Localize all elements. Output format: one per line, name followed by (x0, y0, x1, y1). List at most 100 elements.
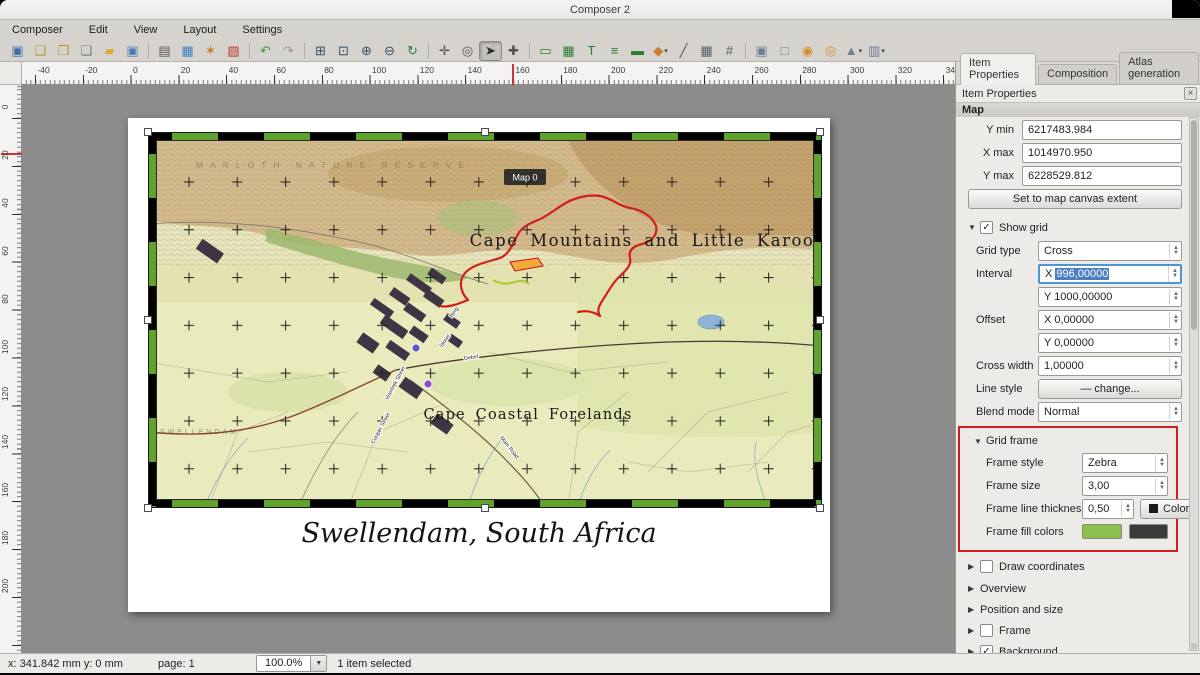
zoom-in-icon: ⊕ (361, 44, 372, 57)
expand-arrow-icon[interactable]: ▶ (968, 626, 980, 635)
line-style-label: Line style (976, 383, 1038, 395)
frame-fill-color-1[interactable] (1082, 524, 1122, 539)
unlock-items-button[interactable]: ◎ (819, 41, 842, 61)
draw-coordinates-expand-arrow[interactable]: ▶ (968, 562, 980, 571)
show-grid-expand-arrow[interactable]: ▼ (968, 223, 980, 232)
add-html-frame-button[interactable]: # (718, 41, 741, 61)
export-as-pdf-button[interactable]: ▨ (222, 41, 245, 61)
select-move-item-button[interactable]: ➤ (479, 41, 502, 61)
expand-arrow-icon[interactable]: ▶ (968, 584, 980, 593)
h-ruler-label: 40 (229, 65, 238, 75)
offset-x-input[interactable]: X 0,00000▲▼ (1038, 310, 1182, 330)
ungroup-items-button[interactable]: □ (773, 41, 796, 61)
background-checkbox[interactable]: ✓ (980, 645, 993, 653)
composer-manager-button[interactable]: ❑ (75, 41, 98, 61)
grid-frame-expand-arrow[interactable]: ▼ (974, 437, 986, 446)
selection-handle[interactable] (144, 128, 152, 136)
raise-items-dropdown-arrow-icon[interactable]: ▾ (859, 47, 863, 55)
draw-coordinates-checkbox[interactable] (980, 560, 993, 573)
print-button[interactable]: ▤ (153, 41, 176, 61)
menu-view[interactable]: View (132, 22, 160, 38)
offset-y-input[interactable]: Y 0,00000▲▼ (1038, 333, 1182, 353)
undo-button[interactable]: ↶ (254, 41, 277, 61)
zoom-out-button[interactable]: ⊖ (378, 41, 401, 61)
panel-scrollbar-thumb[interactable] (1191, 120, 1197, 330)
lock-items-button[interactable]: ◉ (796, 41, 819, 61)
zoom-level-combo[interactable]: 100.0% ▼ (256, 655, 327, 672)
panel-close-button[interactable]: × (1184, 87, 1197, 100)
selection-handle[interactable] (816, 128, 824, 136)
group-items-button[interactable]: ▣ (750, 41, 773, 61)
panel-title: Item Properties × (956, 85, 1200, 103)
grid-type-select[interactable]: Cross▲▼ (1038, 241, 1182, 261)
composition-title-label[interactable]: Swellendam, South Africa (128, 518, 830, 549)
duplicate-composition-button[interactable]: ❐ (52, 41, 75, 61)
y-min-input[interactable]: 6217483.984 (1022, 120, 1182, 140)
zoom-full-button[interactable]: ⊞ (309, 41, 332, 61)
move-item-content-button[interactable]: ✚ (502, 41, 525, 61)
selection-handle[interactable] (144, 316, 152, 324)
save-as-template-button[interactable]: ▣ (121, 41, 144, 61)
add-attribute-table-button[interactable]: ▦ (695, 41, 718, 61)
add-new-legend-button[interactable]: ≡ (603, 41, 626, 61)
pan-button[interactable]: ✛ (433, 41, 456, 61)
raise-items-button[interactable]: ▲▾ (842, 41, 865, 61)
menu-layout[interactable]: Layout (181, 22, 218, 38)
frame-fill-color-2[interactable] (1129, 524, 1169, 539)
menu-composer[interactable]: Composer (10, 22, 65, 38)
panel-scrollbar[interactable] (1189, 117, 1199, 651)
tab-composition[interactable]: Composition (1038, 64, 1117, 84)
add-new-map-button[interactable]: ▭ (534, 41, 557, 61)
draw-coordinates-label: Draw coordinates (999, 561, 1085, 573)
selection-handle[interactable] (816, 504, 824, 512)
redo-button[interactable]: ↷ (277, 41, 300, 61)
align-items-icon: ▥ (868, 44, 880, 57)
add-shape-button[interactable]: ◆▾ (649, 41, 672, 61)
line-style-change-button[interactable]: — change... (1038, 379, 1182, 399)
frame-style-select[interactable]: Zebra▲▼ (1082, 453, 1168, 473)
load-from-template-button[interactable]: ▰ (98, 41, 121, 61)
save-project-button[interactable]: ▣ (6, 41, 29, 61)
tab-item-properties[interactable]: Item Properties (960, 53, 1036, 85)
cross-width-input[interactable]: 1,00000▲▼ (1038, 356, 1182, 376)
expand-arrow-icon[interactable]: ▶ (968, 605, 980, 614)
zoom-in-button[interactable]: ⊕ (355, 41, 378, 61)
frame-size-input[interactable]: 3,00▲▼ (1082, 476, 1168, 496)
zoom-tool-button[interactable]: ◎ (456, 41, 479, 61)
map-rendering: MARLOTH NATURE RESERVE SWELLENDAM Voortr… (148, 132, 822, 508)
interval-y-input[interactable]: Y 1000,00000▲▼ (1038, 287, 1182, 307)
add-arrow-button[interactable]: ╱ (672, 41, 695, 61)
new-composition-button[interactable]: ❏ (29, 41, 52, 61)
selection-handle[interactable] (481, 504, 489, 512)
menu-settings[interactable]: Settings (240, 22, 284, 38)
menu-edit[interactable]: Edit (87, 22, 110, 38)
map-item[interactable]: MARLOTH NATURE RESERVE SWELLENDAM Voortr… (148, 132, 822, 508)
zoom-actual-size-button[interactable]: ⊡ (332, 41, 355, 61)
frame-line-thickness-input[interactable]: 0,50▲▼ (1082, 499, 1134, 519)
selection-handle[interactable] (816, 316, 824, 324)
align-items-dropdown-arrow-icon[interactable]: ▾ (881, 47, 885, 55)
x-max-input[interactable]: 1014970.950 (1022, 143, 1182, 163)
selection-handle[interactable] (481, 128, 489, 136)
add-new-label-button[interactable]: T (580, 41, 603, 61)
tab-atlas-generation[interactable]: Atlas generation (1119, 52, 1199, 84)
show-grid-checkbox[interactable]: ✓ (980, 221, 993, 234)
add-image-button[interactable]: ▦ (557, 41, 580, 61)
scrollbar-down-button[interactable] (1191, 643, 1197, 649)
blend-mode-select[interactable]: Normal▲▼ (1038, 402, 1182, 422)
frame-checkbox[interactable] (980, 624, 993, 637)
refresh-view-button[interactable]: ↻ (401, 41, 424, 61)
frame-color-button[interactable]: Color... (1140, 499, 1190, 519)
composition-canvas[interactable]: MARLOTH NATURE RESERVE SWELLENDAM Voortr… (22, 85, 955, 653)
set-to-map-canvas-extent-button[interactable]: Set to map canvas extent (968, 189, 1182, 209)
add-new-scalebar-button[interactable]: ▬ (626, 41, 649, 61)
add-shape-dropdown-arrow-icon[interactable]: ▾ (664, 47, 668, 55)
export-as-image-button[interactable]: ▦ (176, 41, 199, 61)
interval-x-input[interactable]: X996,00000▲▼ (1038, 264, 1182, 284)
y-max-input[interactable]: 6228529.812 (1022, 166, 1182, 186)
zoom-combo-arrow-icon[interactable]: ▼ (310, 656, 326, 671)
zoom-tool-icon: ◎ (462, 44, 473, 57)
export-as-svg-button[interactable]: ✶ (199, 41, 222, 61)
align-items-button[interactable]: ▥▾ (865, 41, 888, 61)
selection-handle[interactable] (144, 504, 152, 512)
